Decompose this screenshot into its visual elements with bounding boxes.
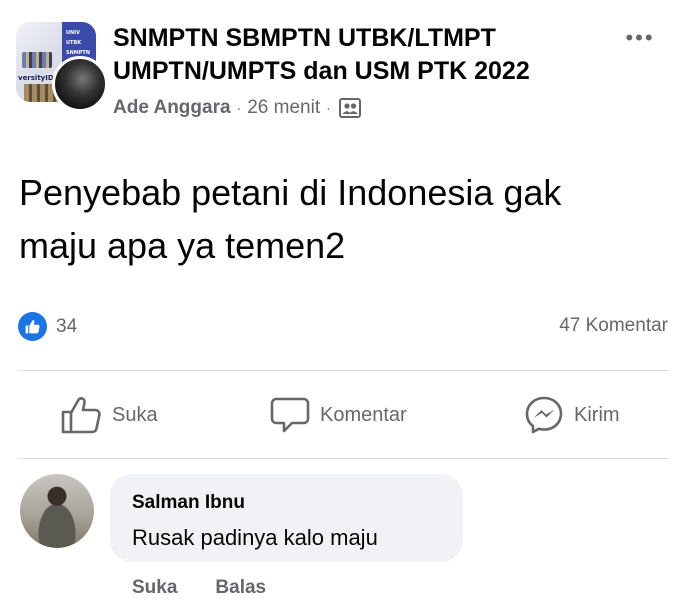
group-name-line-2[interactable]: UMPTN/UMPTS dan USM PTK 2022 xyxy=(113,55,593,88)
post-actions: Suka Komentar Kirim xyxy=(0,378,685,450)
commenter-avatar[interactable] xyxy=(20,474,94,548)
more-options-button[interactable]: ••• xyxy=(620,27,660,49)
reaction-summary[interactable]: 34 xyxy=(18,312,77,341)
meta-separator: · xyxy=(236,100,242,116)
comment-label: Komentar xyxy=(320,403,407,426)
reaction-count: 34 xyxy=(56,315,78,337)
post-text: Penyebab petani di Indonesia gak maju ap… xyxy=(19,166,659,272)
group-name-line-1[interactable]: SNMPTN SBMPTN UTBK/LTMPT xyxy=(113,22,593,55)
comment-button[interactable]: Komentar xyxy=(270,395,407,435)
comment-bubble[interactable]: Salman Ibnu Rusak padinya kalo maju xyxy=(110,474,463,562)
comment-count[interactable]: 47 Komentar xyxy=(559,315,668,337)
like-button[interactable]: Suka xyxy=(60,395,158,435)
thumbs-up-icon xyxy=(61,397,101,434)
like-label: Suka xyxy=(112,403,158,426)
meta-separator-2: · xyxy=(326,100,331,116)
comment-text: Rusak padinya kalo maju xyxy=(132,525,378,550)
group-logo-text: versityID xyxy=(18,74,54,82)
author-avatar[interactable] xyxy=(52,56,108,112)
comment-reply-button[interactable]: Balas xyxy=(215,577,266,599)
messenger-icon xyxy=(525,396,563,434)
post-meta: Ade Anggara · 26 menit · xyxy=(113,96,361,120)
send-label: Kirim xyxy=(574,403,620,426)
post-header: UNIV UTBK SNMPTN versityID SNMPTN SBMPTN… xyxy=(0,0,685,140)
author-name[interactable]: Ade Anggara xyxy=(113,97,231,119)
books-image xyxy=(22,52,52,68)
divider-bottom xyxy=(18,458,669,459)
comment-actions: Suka Balas xyxy=(132,577,304,599)
comment-like-button[interactable]: Suka xyxy=(132,577,177,599)
comment: Salman Ibnu Rusak padinya kalo maju Suka… xyxy=(0,470,685,605)
commenter-name[interactable]: Salman Ibnu xyxy=(132,492,245,514)
divider-top xyxy=(18,370,669,371)
group-audience-icon[interactable] xyxy=(338,98,361,118)
post-time[interactable]: 26 menit xyxy=(247,97,320,119)
post-text-line-1: Penyebab petani di Indonesia gak xyxy=(19,172,562,213)
comment-icon xyxy=(270,397,310,433)
send-button[interactable]: Kirim xyxy=(524,395,620,435)
like-icon xyxy=(18,312,47,341)
post-text-line-2: maju apa ya temen2 xyxy=(19,225,346,266)
group-name[interactable]: SNMPTN SBMPTN UTBK/LTMPT UMPTN/UMPTS dan… xyxy=(113,22,593,88)
